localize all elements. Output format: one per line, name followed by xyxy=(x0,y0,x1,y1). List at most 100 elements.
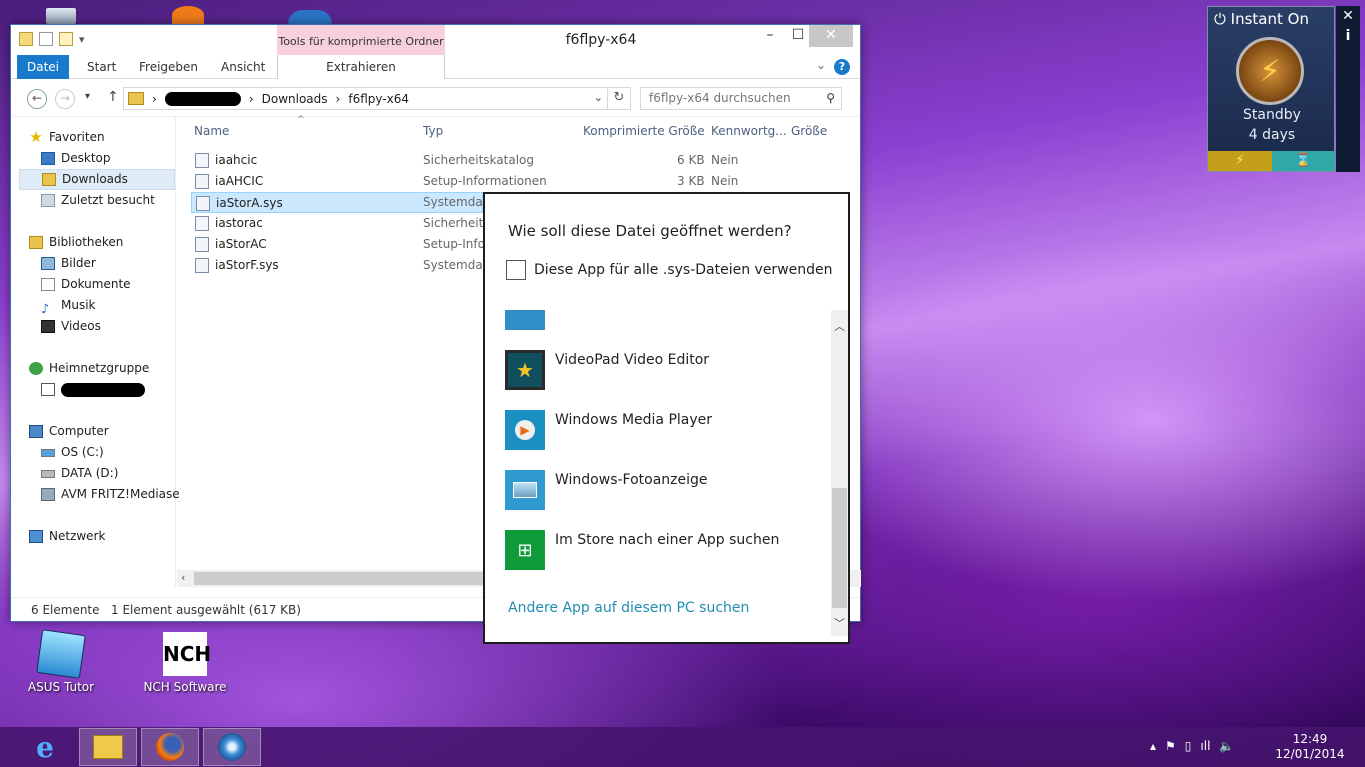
show-hidden-icons-icon[interactable]: ▴ xyxy=(1150,739,1156,753)
desktop-icon-asus-tutor[interactable]: ASUS Tutor xyxy=(16,629,106,694)
sort-ascending-icon: ^ xyxy=(297,115,305,125)
nav-videos[interactable]: Videos xyxy=(41,316,101,337)
nav-recent[interactable]: Zuletzt besucht xyxy=(41,190,155,211)
dialog-scrollbar[interactable]: ︿ ﹀ xyxy=(831,310,848,636)
tab-extrahieren[interactable]: Extrahieren xyxy=(277,55,445,79)
app-item-photo-viewer[interactable]: Windows-Fotoanzeige xyxy=(505,470,815,510)
timer-mode-button[interactable]: ⌛ xyxy=(1272,151,1335,171)
folder-icon[interactable] xyxy=(19,32,33,46)
navigation-pane: ★ Favoriten Desktop Downloads Zuletzt bes… xyxy=(11,117,180,587)
widget-close-icon[interactable]: ✕ xyxy=(1336,8,1360,24)
nav-downloads[interactable]: Downloads xyxy=(19,169,175,190)
file-password: Nein xyxy=(711,174,739,188)
network-signal-icon[interactable]: ıll xyxy=(1200,739,1210,753)
pictures-icon xyxy=(41,257,55,270)
tab-freigeben[interactable]: Freigeben xyxy=(129,55,208,79)
scroll-left-icon[interactable]: ‹ xyxy=(181,571,185,584)
volume-icon[interactable]: 🔈 xyxy=(1219,739,1234,753)
breadcrumb-downloads[interactable]: Downloads xyxy=(262,92,328,106)
nav-label: Heimnetzgruppe xyxy=(49,361,150,375)
avast-icon[interactable] xyxy=(172,6,204,24)
nav-libraries[interactable]: Bibliotheken xyxy=(29,232,123,253)
quick-access-toolbar: ▾ xyxy=(19,32,85,46)
recycle-bin-icon[interactable] xyxy=(46,8,76,24)
properties-icon[interactable] xyxy=(39,32,53,46)
app-item-videopad[interactable]: ★ VideoPad Video Editor xyxy=(505,350,815,390)
windows-drive-icon xyxy=(41,448,55,457)
up-icon[interactable]: ↑ xyxy=(107,89,119,105)
tab-start[interactable]: Start xyxy=(77,55,126,79)
back-icon[interactable]: ← xyxy=(27,89,47,109)
scroll-up-icon[interactable]: ︿ xyxy=(831,318,848,335)
nav-desktop[interactable]: Desktop xyxy=(41,148,111,169)
action-center-flag-icon[interactable]: ⚑ xyxy=(1165,739,1176,753)
user-icon xyxy=(41,383,55,396)
title-bar: ▾ Tools für komprimierte Ordner f6flpy-x… xyxy=(11,25,860,55)
scrollbar-thumb[interactable] xyxy=(832,488,847,608)
minimize-button[interactable]: – xyxy=(755,25,785,47)
widget-info-icon[interactable]: i xyxy=(1336,28,1360,44)
instant-on-button[interactable]: ⚡ xyxy=(1236,37,1304,105)
column-name[interactable]: Name xyxy=(194,124,229,138)
nav-pictures[interactable]: Bilder xyxy=(41,253,96,274)
app-item-media-player[interactable]: ▶ Windows Media Player xyxy=(505,410,815,450)
taskbar-file-explorer[interactable] xyxy=(79,728,137,766)
app-item-partial[interactable] xyxy=(505,310,815,330)
nav-music[interactable]: ♪ Musik xyxy=(41,295,96,317)
nav-favorites[interactable]: ★ Favoriten xyxy=(29,127,104,148)
file-name: iaStorA.sys xyxy=(216,196,283,210)
taskbar-internet-explorer[interactable]: e xyxy=(16,728,74,766)
file-name: iaAHCIC xyxy=(215,174,264,188)
nav-network[interactable]: Netzwerk xyxy=(29,526,105,547)
app-item-store[interactable]: ⊞ Im Store nach einer App suchen xyxy=(505,530,815,570)
nav-homegroup[interactable]: Heimnetzgruppe xyxy=(29,358,149,379)
file-password: Nein xyxy=(711,153,739,167)
nav-documents[interactable]: Dokumente xyxy=(41,274,131,295)
column-compressed-size[interactable]: Komprimierte Größe xyxy=(583,124,705,138)
power-mode-button[interactable]: ⚡ xyxy=(1208,151,1272,171)
address-dropdown-icon[interactable]: ⌄ xyxy=(594,91,603,104)
recent-locations-icon[interactable]: ▾ xyxy=(85,91,90,102)
new-folder-icon[interactable] xyxy=(59,32,73,46)
file-explorer-icon xyxy=(93,735,123,759)
standby-duration: 4 days xyxy=(1248,127,1296,143)
address-bar[interactable]: › › Downloads › f6flpy-x64 ⌄ xyxy=(123,87,608,110)
search-icon[interactable]: ⚲ xyxy=(826,88,835,109)
always-use-label[interactable]: Diese App für alle .sys-Dateien verwende… xyxy=(534,262,833,278)
thunderbird-icon[interactable] xyxy=(288,10,332,24)
taskbar-disc-app[interactable] xyxy=(203,728,261,766)
clock[interactable]: 12:49 12/01/2014 xyxy=(1270,732,1350,762)
taskbar-firefox[interactable] xyxy=(141,728,199,766)
nav-drive-d[interactable]: DATA (D:) xyxy=(41,463,118,484)
table-row[interactable]: iaAHCIC Setup-Informationen 3 KB Nein xyxy=(191,171,841,192)
tab-ansicht[interactable]: Ansicht xyxy=(211,55,275,79)
system-file-icon xyxy=(195,258,209,273)
help-icon[interactable]: ? xyxy=(834,59,850,75)
recent-icon xyxy=(41,194,55,207)
nav-homegroup-user[interactable] xyxy=(41,379,145,400)
system-tray: ▴ ⚑ ▯ ıll 🔈 xyxy=(1150,739,1234,753)
refresh-icon[interactable]: ↻ xyxy=(607,87,631,110)
search-input[interactable]: f6flpy-x64 durchsuchen ⚲ xyxy=(640,87,842,110)
nav-computer[interactable]: Computer xyxy=(29,421,109,442)
computer-icon xyxy=(29,425,43,438)
column-password[interactable]: Kennwortg... xyxy=(711,124,787,138)
table-row[interactable]: iaahcic Sicherheitskatalog 6 KB Nein xyxy=(191,150,841,171)
expand-ribbon-icon[interactable]: ⌄ xyxy=(816,58,826,72)
breadcrumb-folder[interactable]: f6flpy-x64 xyxy=(348,92,409,106)
nav-label: AVM FRITZ!Mediase xyxy=(61,487,180,501)
scroll-down-icon[interactable]: ﹀ xyxy=(831,615,848,632)
customize-toolbar-icon[interactable]: ▾ xyxy=(79,33,85,46)
column-size[interactable]: Größe xyxy=(791,124,827,138)
more-apps-link[interactable]: Andere App auf diesem PC suchen xyxy=(508,600,749,616)
always-use-checkbox[interactable] xyxy=(506,260,526,280)
nav-fritz[interactable]: AVM FRITZ!Mediase xyxy=(41,484,180,505)
battery-icon[interactable]: ▯ xyxy=(1185,739,1192,753)
close-button[interactable]: ✕ xyxy=(809,25,853,47)
column-type[interactable]: Typ xyxy=(423,124,443,138)
scrollbar-thumb[interactable] xyxy=(194,572,494,585)
tab-datei[interactable]: Datei xyxy=(17,55,70,79)
nav-drive-c[interactable]: OS (C:) xyxy=(41,442,104,463)
desktop-icon-nch-software[interactable]: NCH NCH Software xyxy=(140,632,230,694)
forward-icon[interactable]: → xyxy=(55,89,75,109)
